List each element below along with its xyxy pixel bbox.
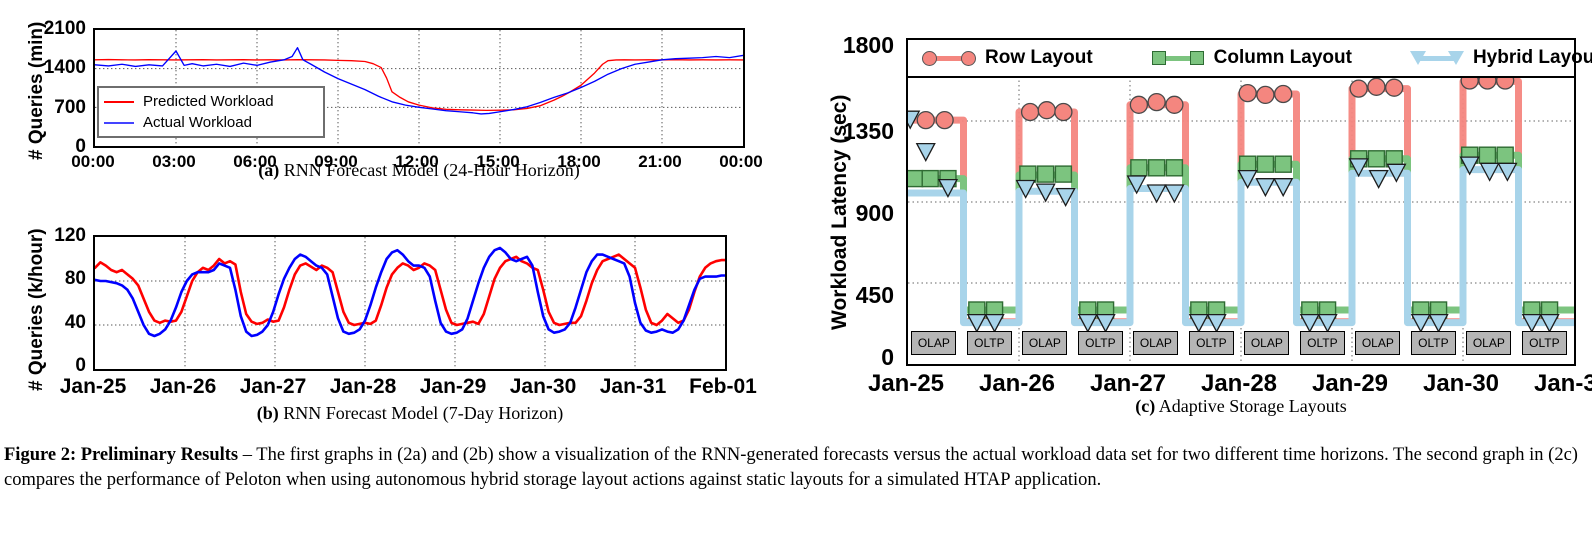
legend-label-actual: Actual Workload xyxy=(143,114,252,131)
chart-c-legend: Row Layout Column Layout Hybrid Layout xyxy=(906,38,1592,78)
chart-b-xtick-3: Jan-28 xyxy=(329,375,397,398)
chart-c-ytick-1800: 1800 xyxy=(842,32,894,58)
chart-c-subcaption-label: (c) xyxy=(1135,396,1156,416)
chart-b-xtick-6: Jan-31 xyxy=(599,375,667,398)
chart-b-ytick-40: 40 xyxy=(64,312,86,333)
phase-box-oltp-3: OLTP xyxy=(1077,331,1123,355)
chart-b-xtick-7: Feb-01 xyxy=(689,375,757,398)
row-layout-legend-glyph xyxy=(922,50,976,66)
phase-box-oltp-9: OLTP xyxy=(1410,331,1456,355)
chart-a-subcaption: (a) RNN Forecast Model (24-Hour Horizon) xyxy=(93,160,745,181)
phase-box-oltp-1: OLTP xyxy=(966,331,1012,355)
chart-a-subcaption-text: RNN Forecast Model (24-Hour Horizon) xyxy=(279,160,580,180)
chart-b-xtick-5: Jan-30 xyxy=(509,375,577,398)
chart-b-xtick-4: Jan-29 xyxy=(419,375,487,398)
chart-c-xtick-2: Jan-27 xyxy=(1089,370,1167,397)
chart-a-subcaption-label: (a) xyxy=(258,160,280,180)
phase-box-olap-6: OLAP xyxy=(1244,331,1290,355)
chart-a-ytick-1400: 1400 xyxy=(43,57,86,78)
legend-label-hybrid-layout: Hybrid Layout xyxy=(1472,47,1592,68)
phase-box-olap-2: OLAP xyxy=(1022,331,1068,355)
chart-c-panel: Workload Latency (sec) 1800 1350 900 450… xyxy=(800,0,1592,420)
chart-a-ytick-700: 700 xyxy=(54,97,86,118)
actual-line-swatch xyxy=(104,121,134,124)
chart-b-xtick-1: Jan-26 xyxy=(149,375,217,398)
chart-b-subcaption-text: RNN Forecast Model (7-Day Horizon) xyxy=(278,403,564,423)
chart-c-xtick-4: Jan-29 xyxy=(1311,370,1389,397)
figure-caption-body: – The first graphs in (2a) and (2b) show… xyxy=(4,445,1578,490)
phase-box-olap-0: OLAP xyxy=(911,331,957,355)
circle-marker-icon xyxy=(922,51,937,66)
chart-c-ytick-450: 450 xyxy=(855,282,894,308)
chart-a-panel: # Queries (min) 2100 1400 700 0 Predicte… xyxy=(0,0,790,200)
triangle-down-marker-icon xyxy=(1409,51,1426,65)
legend-label-row-layout: Row Layout xyxy=(985,47,1093,68)
phase-box-olap-8: OLAP xyxy=(1355,331,1401,355)
chart-c-xtick-0: Jan-25 xyxy=(867,370,945,397)
legend-item-actual: Actual Workload xyxy=(104,112,317,133)
legend-item-column-layout: Column Layout xyxy=(1151,47,1352,69)
chart-b-plot-area xyxy=(93,235,727,371)
chart-b-xtick-0: Jan-25 xyxy=(59,375,127,398)
chart-c-xtick-3: Jan-28 xyxy=(1200,370,1278,397)
phase-box-olap-10: OLAP xyxy=(1466,331,1512,355)
figure-caption: Figure 2: Preliminary Results – The firs… xyxy=(4,443,1588,493)
phase-box-oltp-11: OLTP xyxy=(1521,331,1567,355)
chart-b-ytick-80: 80 xyxy=(64,268,86,289)
chart-c-ytick-0: 0 xyxy=(881,344,894,370)
chart-c-plot-area xyxy=(906,38,1576,366)
chart-b-subcaption: (b) RNN Forecast Model (7-Day Horizon) xyxy=(60,403,760,424)
chart-b-subcaption-label: (b) xyxy=(256,403,279,423)
figure-caption-title: Figure 2: Preliminary Results xyxy=(4,445,239,465)
circle-marker-icon xyxy=(961,51,976,66)
predicted-line-swatch xyxy=(104,100,134,103)
chart-c-xtick-6: Jan-31 xyxy=(1533,370,1592,397)
chart-c-subcaption-text: Adaptive Storage Layouts xyxy=(1155,396,1347,416)
legend-item-hybrid-layout: Hybrid Layout xyxy=(1409,47,1592,69)
chart-a-ytick-2100: 2100 xyxy=(43,18,86,39)
legend-item-predicted: Predicted Workload xyxy=(104,91,317,112)
triangle-down-marker-icon xyxy=(1447,51,1464,65)
chart-b-ytick-0: 0 xyxy=(75,355,86,376)
hybrid-layout-legend-glyph xyxy=(1409,50,1464,66)
chart-a-legend: Predicted Workload Actual Workload xyxy=(97,86,325,138)
phase-box-olap-4: OLAP xyxy=(1133,331,1179,355)
legend-item-row-layout: Row Layout xyxy=(922,47,1093,69)
chart-b-ytick-120: 120 xyxy=(54,225,86,246)
chart-c-xtick-1: Jan-26 xyxy=(978,370,1056,397)
chart-c-subcaption: (c) Adaptive Storage Layouts xyxy=(906,396,1576,417)
chart-b-xtick-2: Jan-27 xyxy=(239,375,307,398)
chart-c-ytick-1350: 1350 xyxy=(842,118,894,144)
chart-c-ytick-900: 900 xyxy=(855,200,894,226)
phase-box-oltp-7: OLTP xyxy=(1299,331,1345,355)
column-layout-legend-glyph xyxy=(1151,50,1205,66)
chart-c-xtick-5: Jan-30 xyxy=(1422,370,1500,397)
legend-label-predicted: Predicted Workload xyxy=(143,93,274,110)
square-marker-icon xyxy=(1151,51,1166,65)
square-marker-icon xyxy=(1189,51,1204,65)
chart-b-panel: # Queries (k/hour) 120 80 40 0 Jan-25 Jan… xyxy=(0,215,790,423)
figure-2: # Queries (min) 2100 1400 700 0 Predicte… xyxy=(0,0,1592,534)
legend-label-column-layout: Column Layout xyxy=(1213,47,1352,68)
phase-box-oltp-5: OLTP xyxy=(1188,331,1234,355)
